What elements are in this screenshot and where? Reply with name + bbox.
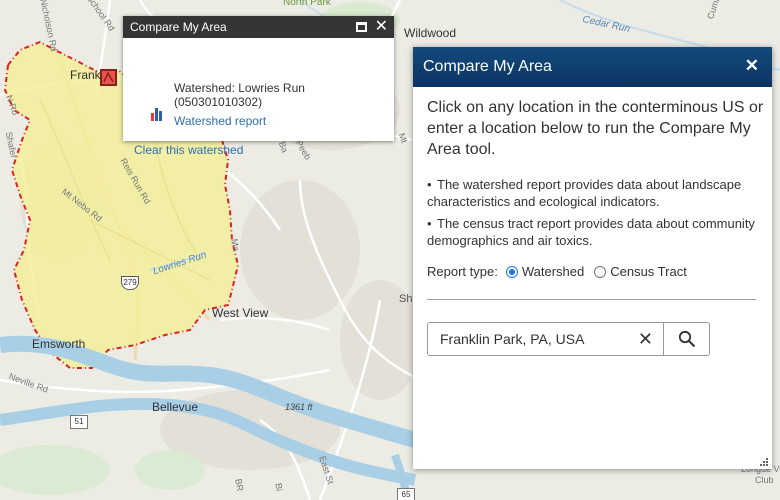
popup-title: Compare My Area — [130, 20, 227, 34]
panel-intro-text: Click on any location in the conterminou… — [427, 99, 764, 158]
map-label-bellevue: Bellevue — [152, 400, 199, 414]
bullet-census: • The census tract report provides data a… — [427, 216, 755, 248]
panel-title: Compare My Area — [423, 58, 552, 75]
maximize-icon[interactable] — [356, 16, 370, 38]
map-label-wildwood: Wildwood — [404, 26, 457, 40]
watershed-name: Watershed: Lowries Run (050301010302) — [174, 81, 305, 109]
divider — [427, 299, 756, 300]
map-label-west-view: West View — [212, 306, 269, 320]
report-type-label: Report type: — [427, 264, 498, 279]
map-label-bi: Bi — [273, 482, 285, 492]
map-label-emsworth: Emsworth — [32, 337, 86, 351]
radio-watershed-label[interactable]: Watershed — [522, 264, 584, 279]
radio-census-tract-label[interactable]: Census Tract — [610, 264, 687, 279]
search-icon — [678, 330, 695, 348]
search-input-value: Franklin Park, PA, USA — [440, 331, 585, 347]
map-label-br: BR — [233, 477, 246, 493]
route-51-shield: 51 — [70, 415, 88, 429]
bullet-watershed-text: The watershed report provides data about… — [427, 177, 742, 209]
bar-chart-icon — [151, 107, 167, 121]
route-65-shield: 65 — [397, 488, 415, 500]
map-label-ma: Ma — [229, 237, 242, 253]
map-label-north-park: North Park — [283, 0, 331, 8]
radio-watershed[interactable] — [505, 265, 518, 278]
radio-census-tract[interactable] — [594, 265, 607, 278]
location-search: Franklin Park, PA, USA ✕ — [427, 322, 710, 356]
watershed-popup: Compare My Area ✕ Watershed: Lowries Run… — [123, 16, 394, 157]
interstate-279-shield: 279 — [121, 276, 139, 290]
compare-my-area-panel: Compare My Area ✕ Click on any location … — [413, 47, 772, 469]
watershed-huc-code: (050301010302) — [174, 95, 263, 109]
map-label-sh: Sh — [399, 293, 413, 305]
map-label-elevation: 1361 ft — [285, 402, 313, 412]
bullet-watershed: • The watershed report provides data abou… — [427, 177, 742, 209]
search-input[interactable]: Franklin Park, PA, USA ✕ — [428, 323, 663, 355]
location-marker-icon[interactable] — [100, 69, 117, 86]
resize-handle-icon[interactable] — [760, 458, 768, 466]
report-type-row: Report type: Watershed Census Tract — [427, 264, 687, 279]
panel-header: Compare My Area ✕ — [413, 47, 772, 87]
popup-close-icon[interactable]: ✕ — [375, 16, 388, 38]
watershed-report-link[interactable]: Watershed report — [174, 114, 266, 128]
map-label-club: Club — [755, 475, 774, 485]
bullet-census-text: The census tract report provides data ab… — [427, 216, 755, 248]
watershed-name-line: Watershed: Lowries Run — [174, 81, 305, 95]
search-button[interactable] — [663, 323, 709, 355]
popup-header: Compare My Area ✕ — [123, 16, 394, 38]
clear-watershed-link[interactable]: Clear this watershed — [134, 143, 243, 157]
panel-close-icon[interactable]: ✕ — [745, 56, 759, 76]
clear-search-icon[interactable]: ✕ — [638, 323, 653, 355]
